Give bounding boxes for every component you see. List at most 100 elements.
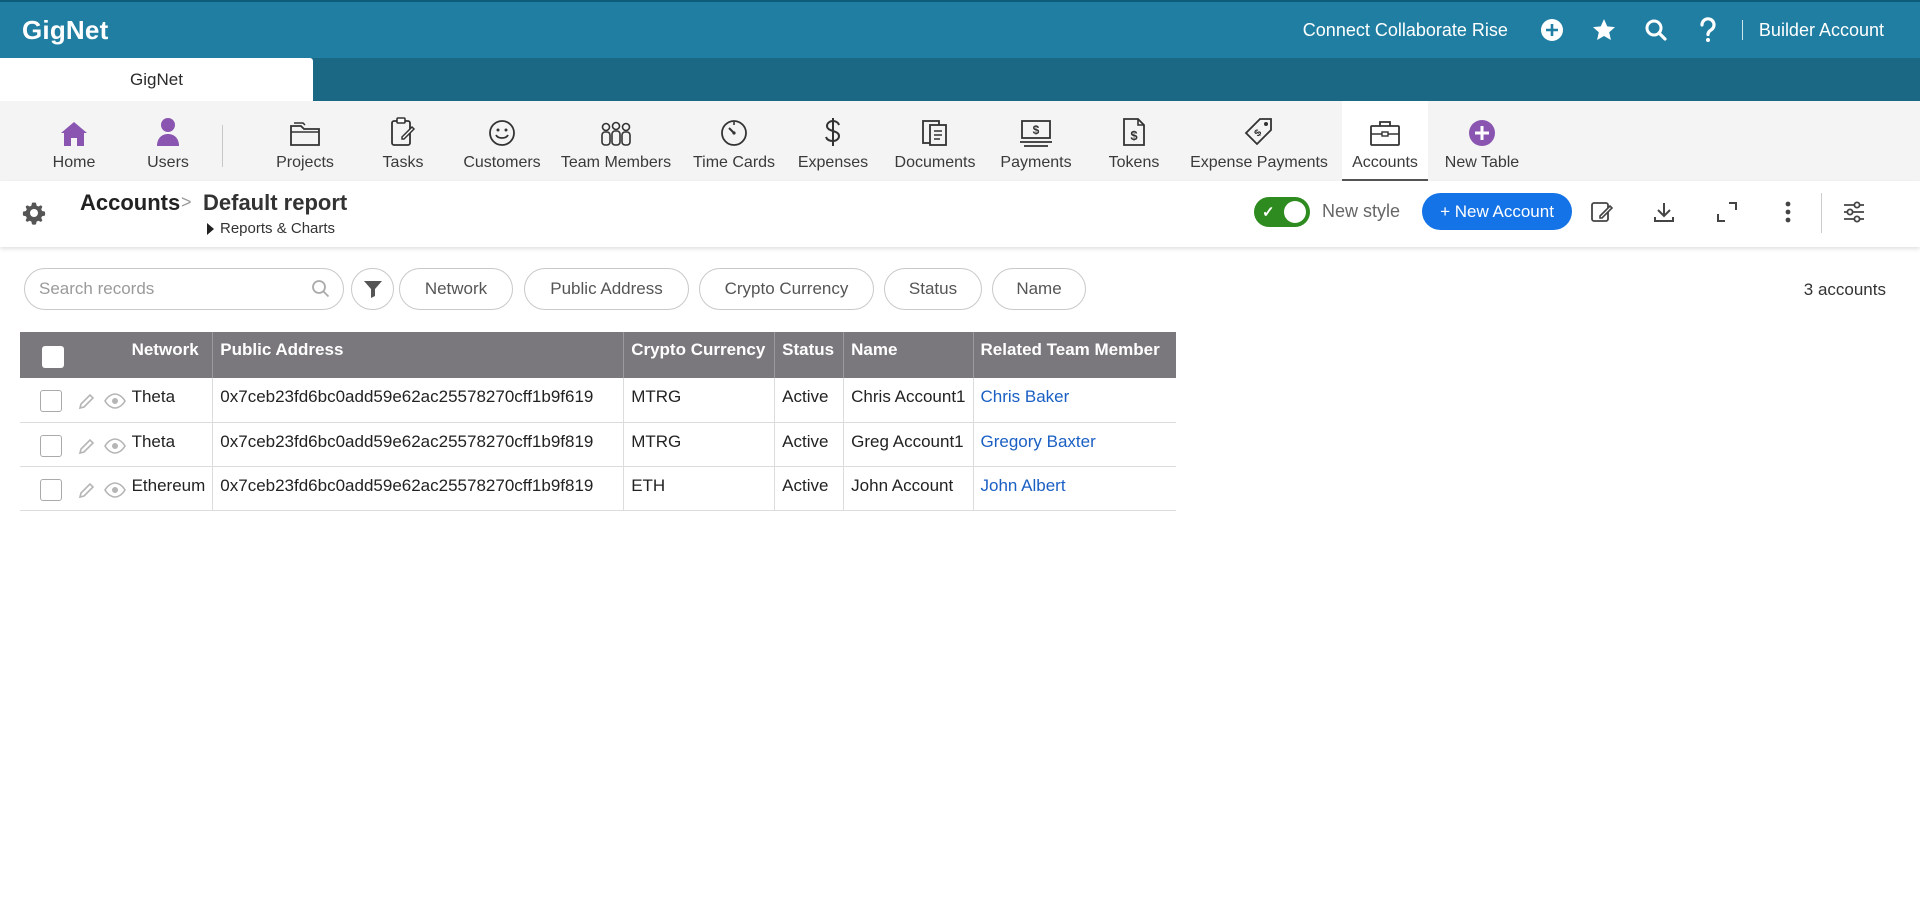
nav-label-tasks: Tasks	[382, 154, 424, 171]
nav-label-expense-payments: Expense Payments	[1190, 154, 1328, 171]
nav-item-projects[interactable]: Projects	[270, 101, 340, 181]
download-icon[interactable]	[1648, 196, 1680, 228]
cell-public-address: 0x7ceb23fd6bc0add59e62ac25578270cff1b9f8…	[212, 466, 625, 511]
table-row[interactable]: Ethereum 0x7ceb23fd6bc0add59e62ac2557827…	[20, 466, 1176, 511]
cell-related-team-member: Gregory Baxter	[973, 422, 1176, 467]
account-menu[interactable]: Builder Account	[1759, 20, 1884, 41]
report-header: Accounts > Default report Reports & Char…	[0, 181, 1920, 247]
plus-circle-icon	[1468, 101, 1496, 147]
pencil-icon[interactable]	[78, 392, 96, 415]
settings-sliders-icon[interactable]	[1838, 196, 1870, 228]
table-nav-bar: Home Users Projects Tasks Customers Team…	[0, 101, 1920, 181]
cell-public-address: 0x7ceb23fd6bc0add59e62ac25578270cff1b9f6…	[212, 378, 625, 423]
nav-item-new-table[interactable]: New Table	[1440, 101, 1524, 181]
expand-icon[interactable]	[1711, 196, 1743, 228]
select-all-checkbox[interactable]	[42, 346, 64, 368]
pencil-icon[interactable]	[78, 481, 96, 504]
more-options-icon[interactable]	[1772, 196, 1804, 228]
nav-item-documents[interactable]: Documents	[892, 101, 978, 181]
header-divider	[1821, 193, 1822, 233]
nav-item-accounts[interactable]: Accounts	[1342, 101, 1428, 181]
nav-item-customers[interactable]: Customers	[462, 101, 542, 181]
row-controls	[20, 422, 132, 467]
help-icon[interactable]	[1682, 2, 1734, 58]
search-icon[interactable]	[311, 279, 331, 304]
column-header-network[interactable]: Network	[131, 332, 214, 378]
dollar-icon	[823, 101, 843, 147]
table-row[interactable]: Theta 0x7ceb23fd6bc0add59e62ac25578270cf…	[20, 422, 1176, 467]
row-checkbox[interactable]	[40, 434, 62, 457]
nav-item-payments[interactable]: $ Payments	[998, 101, 1074, 181]
svg-text:$: $	[1033, 123, 1040, 137]
check-icon: ✓	[1262, 204, 1275, 221]
eye-icon[interactable]	[104, 392, 126, 415]
nav-label-accounts: Accounts	[1352, 154, 1418, 171]
smiley-icon	[488, 101, 516, 147]
cell-status: Active	[774, 466, 845, 511]
nav-item-tasks[interactable]: Tasks	[373, 101, 433, 181]
new-style-toggle[interactable]: ✓	[1254, 197, 1310, 227]
team-icon	[600, 101, 632, 147]
eye-icon[interactable]	[104, 481, 126, 504]
user-icon	[156, 101, 180, 147]
cell-name: Greg Account1	[843, 422, 974, 467]
table-row[interactable]: Theta 0x7ceb23fd6bc0add59e62ac25578270cf…	[20, 378, 1176, 423]
cell-network: Theta	[131, 378, 214, 423]
column-header-public-address[interactable]: Public Address	[212, 332, 625, 378]
row-checkbox[interactable]	[40, 390, 62, 412]
search-box	[24, 268, 344, 310]
briefcase-icon	[1369, 101, 1401, 147]
nav-item-tokens[interactable]: $ Tokens	[1104, 101, 1164, 181]
filter-chip-crypto-currency[interactable]: Crypto Currency	[699, 268, 874, 310]
search-input[interactable]	[39, 277, 299, 301]
filter-chip-public-address[interactable]: Public Address	[524, 268, 689, 310]
filter-button[interactable]	[351, 268, 394, 310]
new-account-button[interactable]: + New Account	[1422, 193, 1572, 230]
toggle-knob	[1284, 201, 1306, 223]
nav-item-home[interactable]: Home	[44, 101, 104, 181]
app-tab-gignet[interactable]: GigNet	[0, 58, 313, 101]
nav-item-expense-payments[interactable]: $ Expense Payments	[1190, 101, 1328, 181]
brand-logo[interactable]: GigNet	[22, 15, 108, 46]
nav-item-time-cards[interactable]: Time Cards	[692, 101, 776, 181]
caret-right-icon	[207, 222, 214, 235]
team-member-link[interactable]: John Albert	[981, 476, 1066, 495]
row-checkbox[interactable]	[40, 478, 62, 501]
nav-item-users[interactable]: Users	[138, 101, 198, 181]
edit-report-icon[interactable]	[1586, 196, 1618, 228]
pencil-icon[interactable]	[78, 437, 96, 460]
favorites-star-icon[interactable]	[1578, 2, 1630, 58]
app-tagline: Connect Collaborate Rise	[1302, 19, 1508, 40]
team-member-link[interactable]: Chris Baker	[981, 387, 1070, 406]
nav-item-team-members[interactable]: Team Members	[561, 101, 671, 181]
nav-label-tokens: Tokens	[1108, 154, 1160, 171]
nav-label-users: Users	[147, 154, 189, 171]
nav-label-home: Home	[52, 154, 96, 171]
team-member-link[interactable]: Gregory Baxter	[981, 432, 1096, 451]
task-icon	[390, 101, 416, 147]
nav-label-customers: Customers	[463, 154, 541, 171]
filter-chip-name[interactable]: Name	[992, 268, 1086, 310]
filter-chip-status[interactable]: Status	[884, 268, 982, 310]
nav-label-payments: Payments	[1000, 154, 1072, 171]
breadcrumb-table[interactable]: Accounts	[80, 190, 180, 216]
add-circle-icon[interactable]	[1526, 2, 1578, 58]
column-header-name[interactable]: Name	[843, 332, 974, 378]
filter-chip-network[interactable]: Network	[399, 268, 513, 310]
search-icon[interactable]	[1630, 2, 1682, 58]
clock-icon	[720, 101, 748, 147]
gear-icon[interactable]	[22, 201, 46, 230]
cell-network: Ethereum	[131, 466, 214, 511]
eye-icon[interactable]	[104, 437, 126, 460]
row-controls	[20, 466, 132, 511]
funnel-icon	[363, 281, 382, 298]
reports-and-charts-toggle[interactable]: Reports & Charts	[206, 220, 335, 237]
column-header-status[interactable]: Status	[774, 332, 845, 378]
column-header-related-team-member[interactable]: Related Team Member	[973, 332, 1176, 378]
cell-related-team-member: Chris Baker	[973, 378, 1176, 423]
svg-text:$: $	[1130, 128, 1138, 143]
nav-label-projects: Projects	[276, 154, 334, 171]
column-header-crypto-currency[interactable]: Crypto Currency	[623, 332, 776, 378]
nav-item-expenses[interactable]: Expenses	[797, 101, 869, 181]
page-title: Default report	[203, 190, 348, 215]
